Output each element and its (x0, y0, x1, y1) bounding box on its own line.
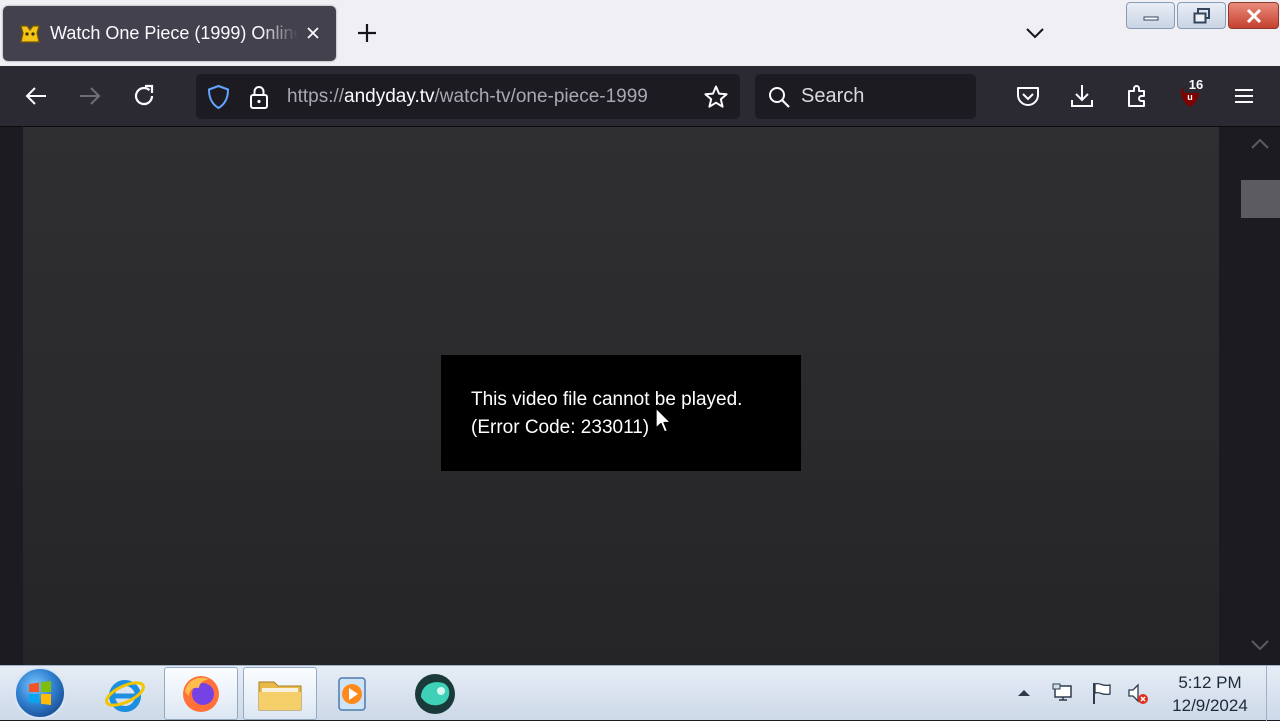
volume-muted-icon[interactable] (1126, 681, 1150, 705)
back-arrow-icon[interactable] (22, 82, 50, 110)
minimize-button[interactable] (1126, 2, 1175, 29)
reload-icon[interactable] (130, 82, 158, 110)
url-bar[interactable]: https://andyday.tv/watch-tv/one-piece-19… (196, 74, 740, 119)
close-tab-icon[interactable] (303, 23, 323, 43)
mouse-cursor-icon (655, 407, 672, 433)
show-hidden-icons-icon[interactable] (1012, 681, 1036, 705)
windows-logo-icon (29, 681, 51, 705)
downloads-icon[interactable] (1068, 82, 1096, 110)
video-error-message: This video file cannot be played. (Error… (441, 355, 801, 471)
pocket-icon[interactable] (1014, 82, 1042, 110)
chevron-down-icon[interactable] (1022, 20, 1048, 46)
media-player-icon (338, 676, 366, 711)
search-bar[interactable]: Search (755, 74, 976, 119)
minimize-icon (1143, 16, 1158, 20)
lock-icon[interactable] (248, 84, 270, 110)
video-player[interactable]: This video file cannot be played. (Error… (23, 127, 1219, 665)
taskbar-firefox[interactable] (164, 667, 238, 720)
page-scrollbar[interactable] (1239, 127, 1280, 665)
close-window-button[interactable] (1228, 2, 1279, 29)
windows-taskbar: 5:12 PM 12/9/2024 (0, 665, 1280, 721)
extension-badge-count: 16 (1183, 77, 1209, 93)
clock-time: 5:12 PM (1178, 673, 1242, 692)
url-path: /watch-tv/one-piece-1999 (434, 86, 648, 107)
close-icon (1246, 8, 1261, 23)
taskbar-media-player[interactable] (316, 667, 390, 720)
navigation-toolbar: https://andyday.tv/watch-tv/one-piece-19… (0, 66, 1280, 127)
site-favicon-icon (20, 25, 40, 43)
forward-arrow-icon[interactable] (76, 82, 104, 110)
start-button[interactable] (14, 667, 66, 719)
folder-icon (258, 681, 302, 710)
search-placeholder: Search (801, 85, 865, 107)
taskbar-app-bubble[interactable] (398, 667, 472, 720)
bookmark-star-icon[interactable] (703, 84, 729, 110)
extensions-puzzle-icon[interactable] (1123, 82, 1151, 110)
window-controls (1126, 2, 1279, 29)
system-clock[interactable]: 5:12 PM 12/9/2024 (1160, 671, 1260, 717)
firefox-icon (183, 675, 219, 712)
error-code-line: (Error Code: 233011) (471, 417, 650, 438)
tab-strip: Watch One Piece (1999) Online (0, 0, 1280, 66)
scrollbar-thumb[interactable] (1241, 180, 1280, 218)
internet-explorer-icon (105, 679, 145, 712)
taskbar-file-explorer[interactable] (243, 667, 317, 720)
network-icon[interactable] (1052, 681, 1076, 705)
svg-text:u: u (1187, 92, 1193, 102)
restore-icon (1193, 7, 1210, 23)
page-content: This video file cannot be played. (Error… (0, 127, 1280, 665)
hamburger-menu-icon[interactable] (1230, 82, 1258, 110)
taskbar-internet-explorer[interactable] (88, 667, 162, 720)
scroll-up-icon[interactable] (1250, 136, 1270, 152)
search-icon (769, 87, 790, 108)
restore-button[interactable] (1177, 2, 1226, 29)
url-text[interactable]: https://andyday.tv/watch-tv/one-piece-19… (287, 74, 689, 119)
tracking-shield-icon[interactable] (206, 84, 231, 110)
new-tab-icon[interactable] (352, 18, 382, 48)
action-center-flag-icon[interactable] (1090, 681, 1114, 705)
show-desktop-button[interactable] (1266, 666, 1280, 721)
url-domain: andyday.tv (344, 86, 435, 107)
tab-title: Watch One Piece (1999) Online (50, 23, 298, 43)
tab-active[interactable]: Watch One Piece (1999) Online (3, 6, 336, 61)
clock-date: 12/9/2024 (1172, 696, 1248, 715)
url-prefix: https:// (287, 86, 345, 107)
scroll-down-icon[interactable] (1250, 637, 1270, 653)
chat-app-icon (415, 673, 455, 714)
error-message-line1: This video file cannot be played. (471, 389, 743, 410)
